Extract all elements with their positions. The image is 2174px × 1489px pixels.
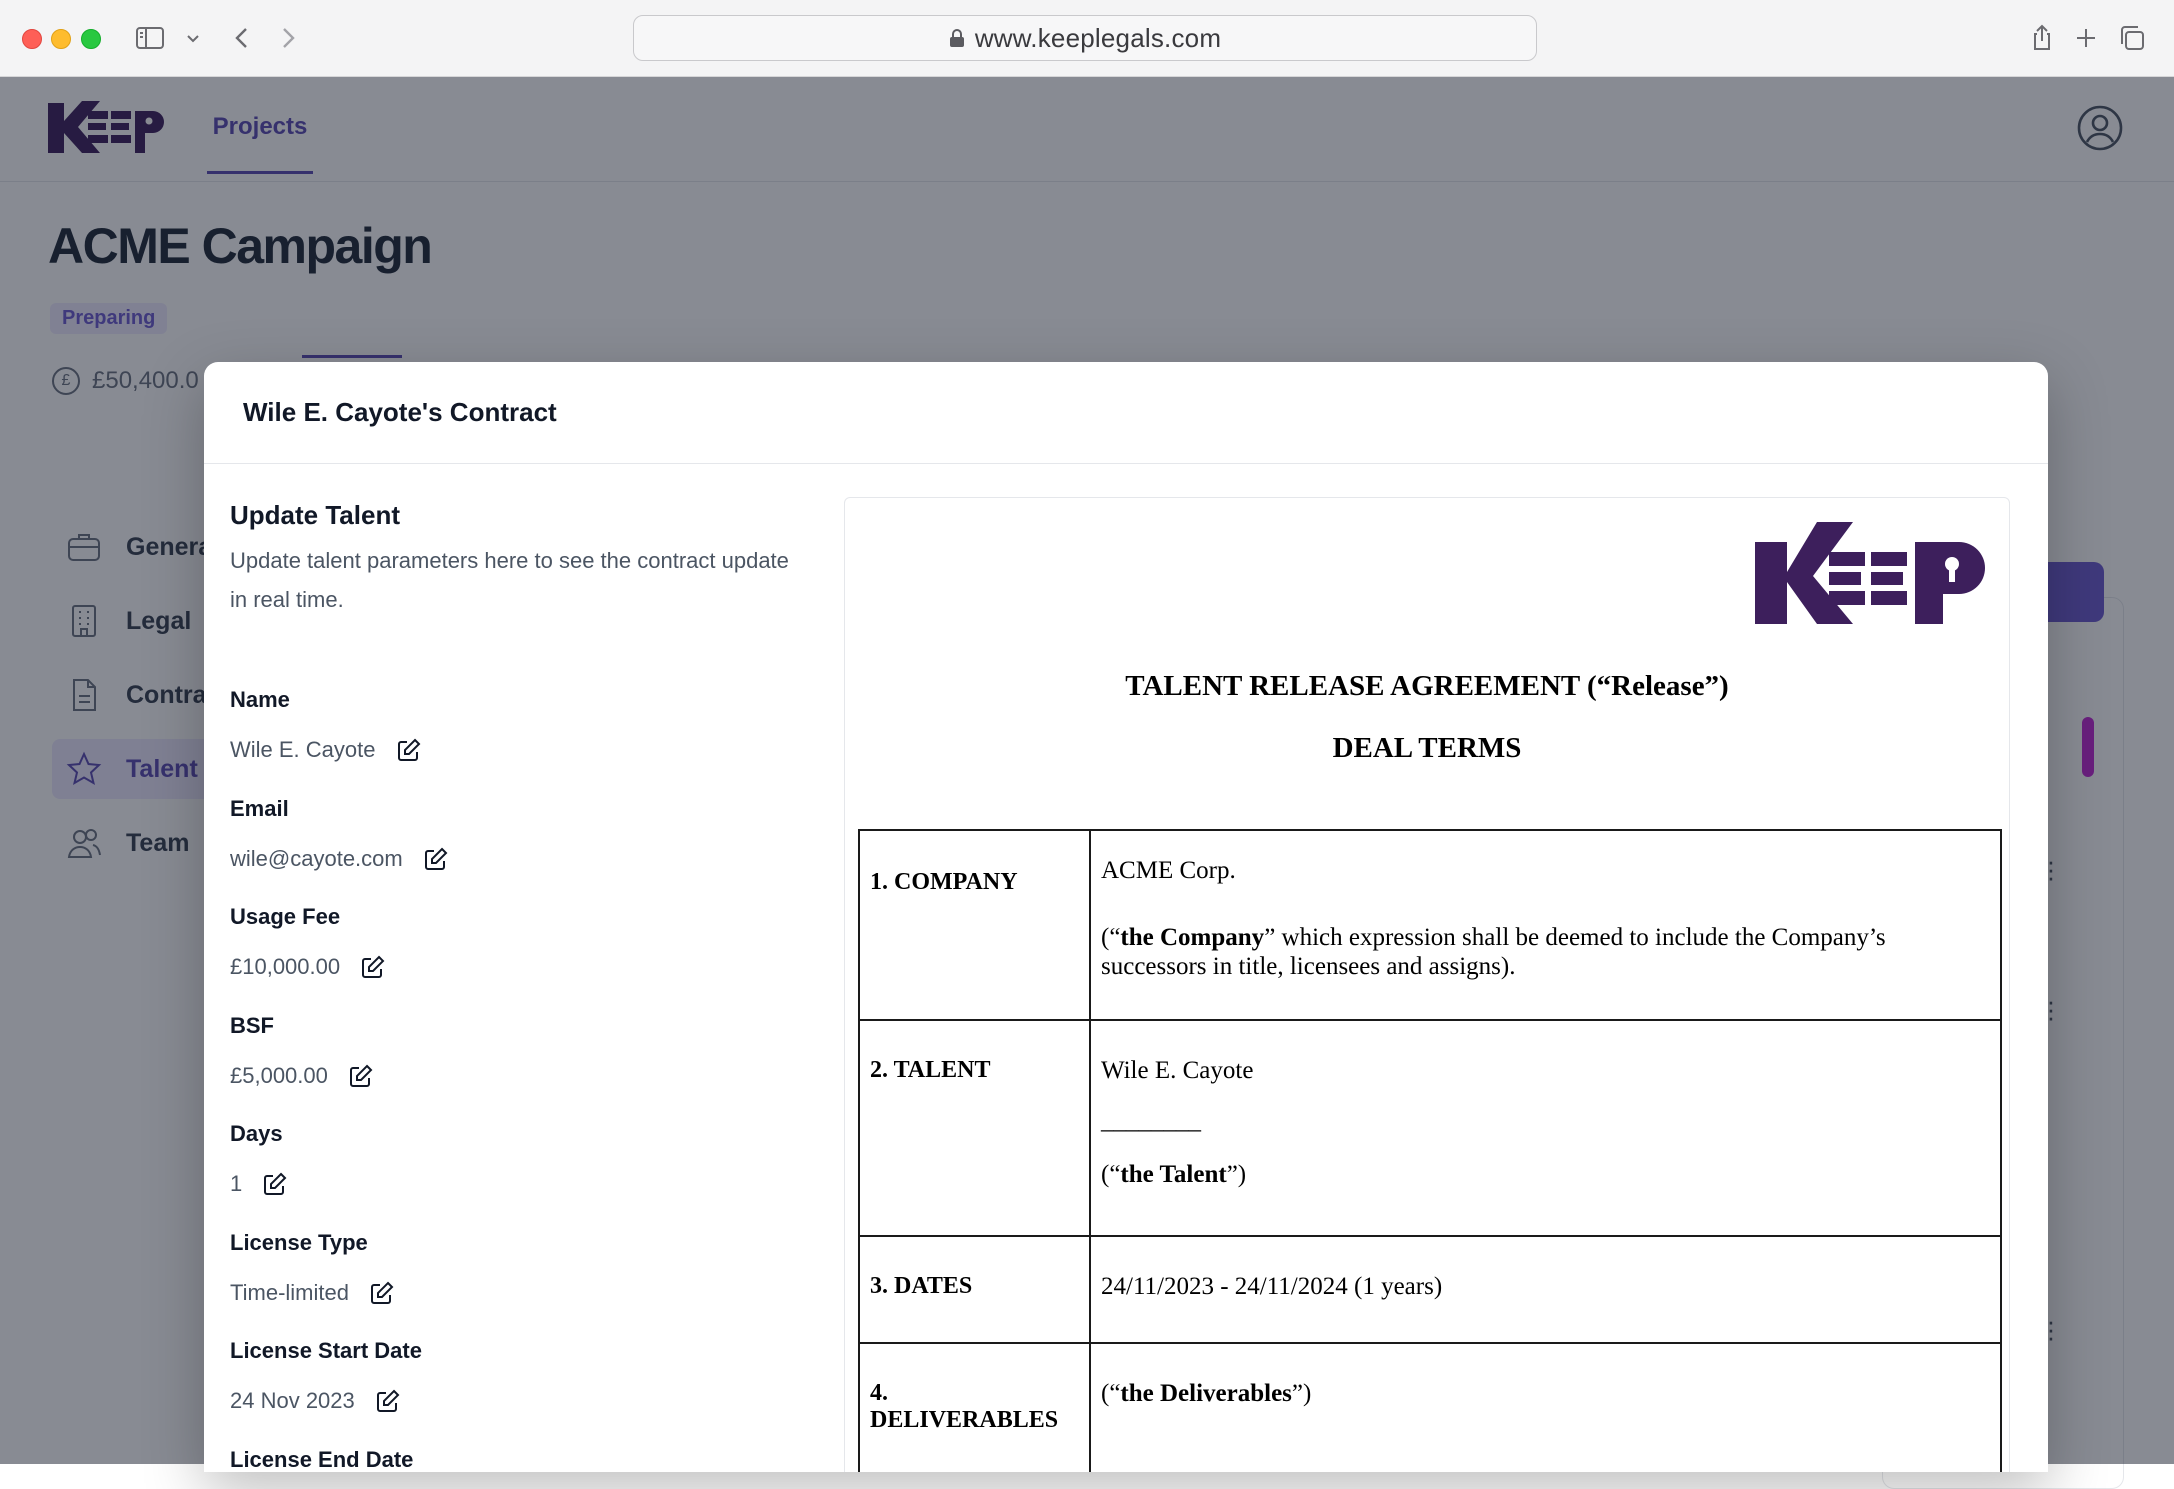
term-label: 4. DELIVERABLES [870, 1380, 1059, 1433]
edit-icon[interactable] [262, 1171, 288, 1197]
tab-overview-icon[interactable] [2116, 22, 2148, 54]
minimize-window-button[interactable] [51, 29, 71, 49]
field-days: Days 1 [230, 1119, 790, 1228]
section-title: Update Talent [230, 500, 400, 530]
field-name: Name Wile E. Cayote [230, 685, 790, 794]
quote-open: (“ [1101, 924, 1121, 951]
dates-value: 24/11/2023 - 24/11/2024 (1 years) [1101, 1273, 1443, 1300]
field-value: £10,000.00 [230, 954, 341, 979]
document-subtitle: DEAL TERMS [1332, 732, 1522, 764]
field-value: 1 [230, 1171, 243, 1196]
field-label: License Start Date [230, 1338, 422, 1363]
edit-icon[interactable] [396, 737, 422, 763]
field-label: Usage Fee [230, 904, 341, 929]
share-icon[interactable] [2026, 22, 2058, 54]
lock-icon [949, 29, 964, 47]
field-value: £5,000.00 [230, 1062, 328, 1088]
field-label: Name [230, 687, 290, 712]
field-value: 24 Nov 2023 [230, 1388, 355, 1413]
quote-close: ”) [1291, 1380, 1312, 1407]
edit-icon[interactable] [348, 1063, 374, 1089]
field-label: License Type [230, 1229, 368, 1255]
contract-modal: Wile E. Cayote's Contract Update Talent … [204, 362, 2048, 1472]
url-text: www.keeplegals.com [974, 22, 1222, 53]
deal-terms-table: 1. COMPANY ACME Corp. (“the Company” whi… [858, 829, 2002, 1472]
quote-open: (“ [1101, 1161, 1121, 1188]
term-label: 1. COMPANY [870, 869, 1018, 895]
talent-definition: (“the Talent”) [1101, 1161, 1990, 1189]
quote-open: (“ [1101, 1380, 1121, 1407]
deliverables-definition: (“the Deliverables”) [1101, 1344, 1990, 1408]
update-talent-form: Update Talent Update talent parameters h… [230, 492, 790, 1472]
address-bar[interactable]: www.keeplegals.com [633, 15, 1537, 61]
quote-close: ”) [1226, 1161, 1247, 1188]
chevron-down-icon[interactable] [182, 22, 204, 54]
field-license-end-date: License End Date [230, 1445, 790, 1473]
field-value: Wile E. Cayote [230, 737, 376, 762]
table-row: 4. DELIVERABLES (“the Deliverables”) [858, 1342, 2002, 1472]
signature-line: ________ [1101, 1107, 1201, 1134]
close-window-button[interactable] [22, 29, 42, 49]
modal-header: Wile E. Cayote's Contract [204, 362, 2048, 464]
sidebar-toggle-icon[interactable] [134, 22, 166, 54]
field-label: Days [230, 1121, 283, 1146]
defined-term: the Deliverables [1120, 1380, 1292, 1407]
field-bsf: BSF £5,000.00 [230, 1011, 790, 1120]
field-label: Email [230, 795, 289, 821]
company-name: ACME Corp. [1101, 857, 1236, 884]
table-row: 3. DATES 24/11/2023 - 24/11/2024 (1 year… [858, 1235, 2002, 1344]
talent-fields: Name Wile E. Cayote Email wile@cayote.co… [230, 685, 790, 1472]
forward-icon[interactable] [272, 22, 304, 54]
edit-icon[interactable] [360, 954, 386, 980]
company-definition: (“the Company” which expression shall be… [1101, 923, 1990, 981]
defined-term: the Company [1120, 924, 1265, 951]
contract-preview: TALENT RELEASE AGREEMENT (“Release”) DEA… [844, 497, 2010, 1472]
back-icon[interactable] [226, 22, 258, 54]
edit-icon[interactable] [423, 846, 449, 872]
term-label: 2. TALENT [870, 1057, 991, 1083]
field-license-start-date: License Start Date 24 Nov 2023 [230, 1336, 790, 1445]
browser-toolbar: www.keeplegals.com [0, 0, 2174, 77]
table-row: 2. TALENT Wile E. Cayote ________ (“the … [858, 1019, 2002, 1237]
field-usage-fee: Usage Fee £10,000.00 [230, 902, 790, 1011]
field-email: Email wile@cayote.com [230, 794, 790, 903]
document-title: TALENT RELEASE AGREEMENT (“Release”) [1125, 670, 1729, 702]
defined-term: the Talent [1120, 1161, 1227, 1188]
section-description: Update talent parameters here to see the… [230, 548, 789, 612]
table-row: 1. COMPANY ACME Corp. (“the Company” whi… [858, 829, 2002, 1021]
zoom-window-button[interactable] [81, 29, 101, 49]
field-license-type: License Type Time-limited [230, 1228, 790, 1337]
new-tab-icon[interactable] [2070, 22, 2102, 54]
edit-icon[interactable] [369, 1280, 395, 1306]
field-value: wile@cayote.com [230, 845, 403, 871]
term-label: 3. DATES [870, 1273, 973, 1299]
edit-icon[interactable] [375, 1388, 401, 1414]
talent-name: Wile E. Cayote [1101, 1057, 1254, 1084]
field-label: License End Date [230, 1446, 414, 1472]
keep-logo [1755, 522, 1985, 624]
field-value: Time-limited [230, 1279, 349, 1305]
modal-title: Wile E. Cayote's Contract [243, 397, 557, 427]
field-label: BSF [230, 1012, 274, 1038]
